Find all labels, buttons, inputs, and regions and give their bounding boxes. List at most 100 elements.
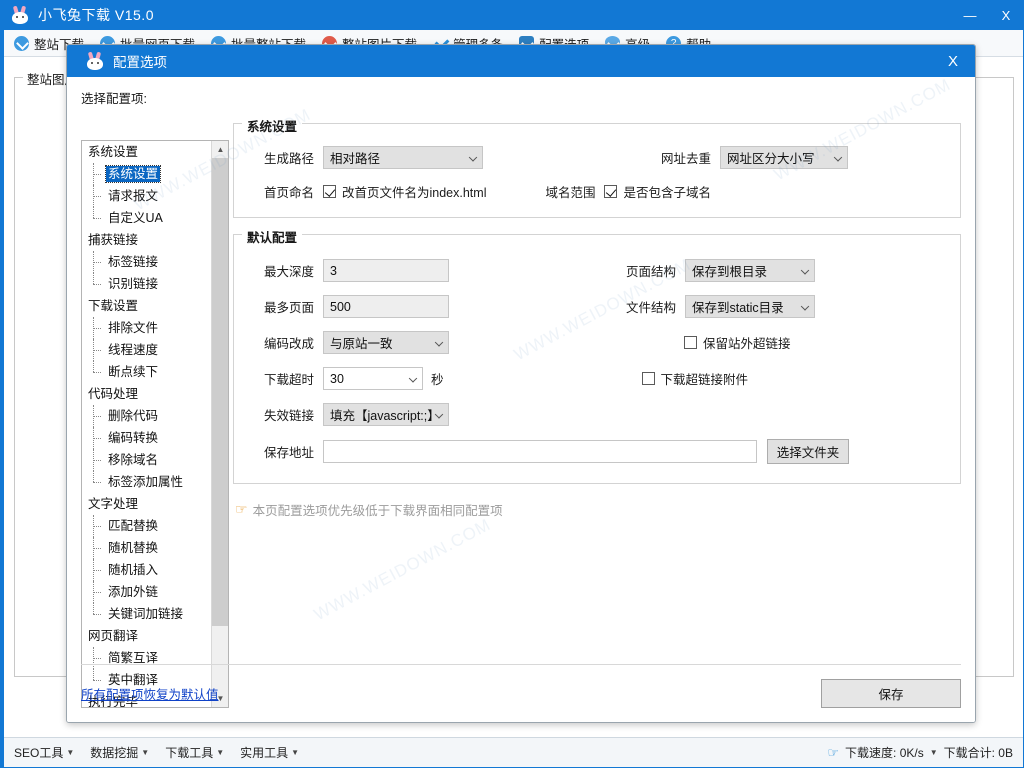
file-struct-value: 保存到static目录	[692, 301, 784, 315]
tree-group-code-processing[interactable]: 代码处理	[82, 383, 213, 405]
keep-external-checkbox[interactable]: 保留站外超链接	[684, 333, 791, 352]
config-tree-panel[interactable]: 系统设置 系统设置 请求报文 自定义UA 捕获链接 标签链接 识别链接 下载设置…	[81, 140, 229, 708]
url-dedup-value: 网址区分大小写	[727, 152, 815, 166]
tree-item-exclude-files[interactable]: 排除文件	[82, 317, 213, 339]
dialog-close-button[interactable]: X	[931, 45, 975, 77]
tree-item-match-replace[interactable]: 匹配替换	[82, 515, 213, 537]
chevron-down-icon: ▼	[291, 748, 300, 757]
gen-path-select[interactable]: 相对路径	[323, 146, 483, 169]
tree-item-encoding-convert[interactable]: 编码转换	[82, 427, 213, 449]
deadlink-label: 失效链接	[263, 409, 314, 423]
tree-scrollbar[interactable]: ▲ ▼	[211, 141, 228, 707]
dialog-body: 选择配置项: 系统设置 系统设置 请求报文 自定义UA 捕获链接 标签链接 识别…	[67, 77, 975, 722]
tree-item-tag-add-attribute[interactable]: 标签添加属性	[82, 471, 213, 493]
checkbox-box	[323, 185, 336, 198]
tree-item-thread-speed[interactable]: 线程速度	[82, 339, 213, 361]
status-menu-seo-tools[interactable]: SEO工具 ▼	[14, 744, 74, 761]
status-menu-label: 实用工具	[240, 746, 289, 760]
domain-scope-checkbox[interactable]: 是否包含子域名	[604, 182, 711, 201]
dialog-footer: 所有配置项恢复为默认值 保存	[81, 664, 961, 722]
config-options-dialog: 配置选项 X 选择配置项: 系统设置 系统设置 请求报文 自定义UA 捕获链接 …	[66, 44, 976, 723]
tree-item-recognize-links[interactable]: 识别链接	[82, 273, 213, 295]
tree-group-text-processing[interactable]: 文字处理	[82, 493, 213, 515]
url-dedup-label: 网址去重	[660, 152, 711, 166]
tree-group-system-settings[interactable]: 系统设置	[82, 141, 213, 163]
close-button[interactable]: X	[988, 0, 1024, 30]
status-menu-data-mining[interactable]: 数据挖掘 ▼	[90, 744, 149, 761]
page-struct-value: 保存到根目录	[692, 265, 768, 279]
title-bar: 小飞兔下载 V15.0 — X	[0, 0, 1024, 30]
tree-item-remove-domain[interactable]: 移除域名	[82, 449, 213, 471]
max-depth-input[interactable]: 3	[323, 259, 449, 282]
status-menu-label: SEO工具	[14, 746, 64, 760]
status-menu-download-tools[interactable]: 下载工具 ▼	[165, 744, 224, 761]
dialog-title: 配置选项	[113, 55, 167, 70]
minimize-button[interactable]: —	[952, 0, 988, 30]
reset-defaults-link[interactable]: 所有配置项恢复为默认值	[81, 684, 219, 703]
system-settings-row-2: 首页命名 改首页文件名为index.html 域名范围 是否包含子域名	[252, 182, 942, 201]
max-depth-value: 3	[330, 263, 337, 278]
chevron-down-icon	[800, 301, 810, 311]
timeout-select[interactable]: 30	[323, 367, 423, 390]
settings-pane: 系统设置 生成路径 相对路径 网址去重 网址区分大小写 首页命名 改首页文件名为…	[233, 116, 961, 519]
tree-item-keyword-add-link[interactable]: 关键词加链接	[82, 603, 213, 625]
checkbox-box	[684, 336, 697, 349]
default-config-row-1: 最大深度 3 页面结构 保存到根目录	[252, 259, 942, 282]
scrollbar-thumb[interactable]	[212, 158, 228, 626]
tree-group-download-settings[interactable]: 下载设置	[82, 295, 213, 317]
tree-item-add-external-link[interactable]: 添加外链	[82, 581, 213, 603]
chevron-down-icon	[434, 337, 444, 347]
rabbit-icon	[10, 5, 30, 24]
tree-item-request-message[interactable]: 请求报文	[82, 185, 213, 207]
tree-item-delete-code[interactable]: 删除代码	[82, 405, 213, 427]
chevron-down-icon[interactable]: ▼	[930, 748, 938, 757]
keep-external-checkbox-label: 保留站外超链接	[703, 337, 791, 351]
tree-panel-label: 选择配置项:	[81, 92, 147, 106]
deadlink-select[interactable]: 填充【javascript:;】	[323, 403, 449, 426]
gen-path-label: 生成路径	[263, 152, 314, 166]
tree-item-custom-ua[interactable]: 自定义UA	[82, 207, 213, 229]
scroll-up-icon[interactable]: ▲	[212, 141, 228, 158]
download-attach-checkbox-label: 下载超链接附件	[660, 373, 749, 387]
download-attach-checkbox[interactable]: 下载超链接附件	[641, 369, 749, 388]
encoding-select[interactable]: 与原站一致	[323, 331, 449, 354]
note-text: 本页配置选项优先级低于下载界面相同配置项	[252, 504, 503, 518]
timeout-unit-label: 秒	[431, 373, 444, 387]
gen-path-value: 相对路径	[330, 152, 381, 166]
tree-group-webpage-translate[interactable]: 网页翻译	[82, 625, 213, 647]
default-config-row-4: 下载超时 30 秒 下载超链接附件	[252, 367, 942, 390]
max-pages-value: 500	[330, 299, 351, 314]
default-config-row-5: 失效链接 填充【javascript:;】	[252, 403, 942, 426]
tree-item-system-settings[interactable]: 系统设置	[82, 163, 213, 185]
status-menu-label: 数据挖掘	[90, 746, 139, 760]
default-config-title: 默认配置	[242, 227, 303, 246]
tree-item-resume-download[interactable]: 断点续下	[82, 361, 213, 383]
chevron-down-icon	[468, 152, 478, 162]
timeout-label: 下载超时	[263, 373, 314, 387]
status-menu-utility-tools[interactable]: 实用工具 ▼	[240, 744, 299, 761]
rabbit-icon	[85, 51, 105, 70]
home-name-checkbox[interactable]: 改首页文件名为index.html	[323, 182, 486, 201]
default-config-row-6: 保存地址 选择文件夹	[252, 439, 942, 464]
save-button[interactable]: 保存	[821, 679, 961, 708]
tree-item-random-replace[interactable]: 随机替换	[82, 537, 213, 559]
system-settings-groupbox: 系统设置 生成路径 相对路径 网址去重 网址区分大小写 首页命名 改首页文件名为…	[233, 116, 961, 218]
tree-item-tag-links[interactable]: 标签链接	[82, 251, 213, 273]
timeout-value: 30	[330, 371, 344, 386]
download-total-label: 下载合计: 0B	[943, 746, 1013, 760]
tree-item-random-insert[interactable]: 随机插入	[82, 559, 213, 581]
window-controls: — X	[952, 0, 1024, 30]
url-dedup-select[interactable]: 网址区分大小写	[720, 146, 848, 169]
checkbox-box	[641, 372, 655, 385]
savepath-input[interactable]	[323, 440, 757, 463]
page-struct-select[interactable]: 保存到根目录	[685, 259, 815, 282]
tree-group-capture-links[interactable]: 捕获链接	[82, 229, 213, 251]
system-settings-row-1: 生成路径 相对路径 网址去重 网址区分大小写	[252, 146, 942, 169]
home-name-label: 首页命名	[263, 186, 314, 200]
checkbox-box	[604, 185, 618, 198]
choose-folder-button[interactable]: 选择文件夹	[767, 439, 849, 464]
file-struct-select[interactable]: 保存到static目录	[685, 295, 815, 318]
system-settings-title: 系统设置	[242, 116, 303, 135]
max-pages-input[interactable]: 500	[323, 295, 449, 318]
status-bar: SEO工具 ▼ 数据挖掘 ▼ 下载工具 ▼ 实用工具 ▼ ☞ 下载速度: 0K/…	[4, 737, 1023, 767]
